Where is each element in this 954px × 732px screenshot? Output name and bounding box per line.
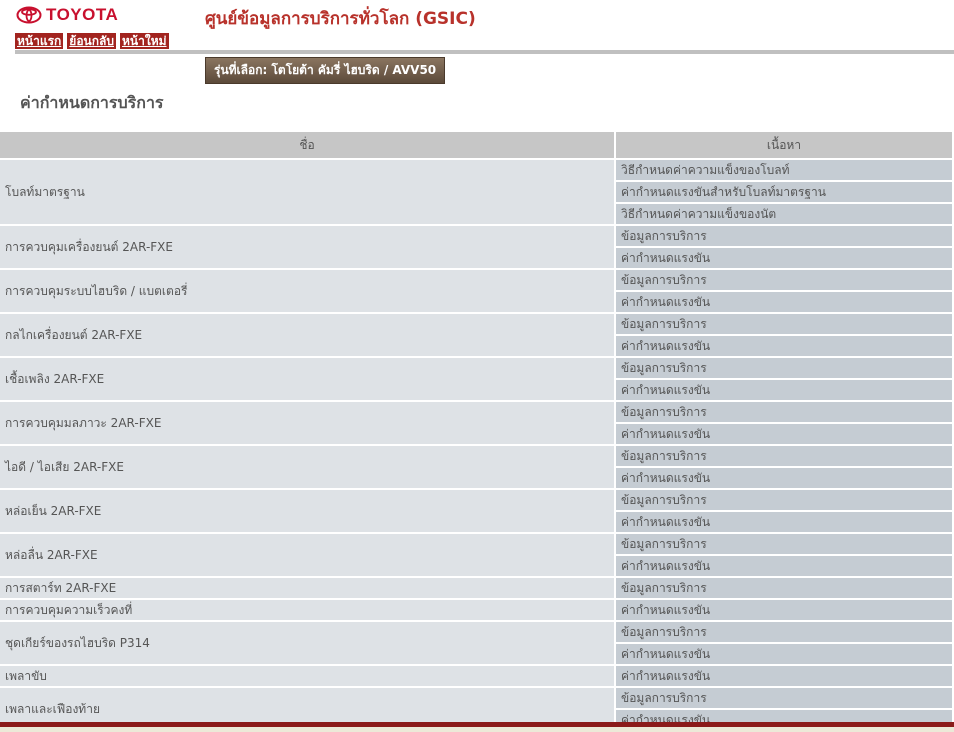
row-name-cell: เพลาและเฟืองท้าย xyxy=(0,688,614,722)
column-header-content: เนื้อหา xyxy=(616,132,952,158)
row-name-cell: โบลท์มาตรฐาน xyxy=(0,160,614,224)
content-link[interactable]: ค่ากำหนดแรงขันสำหรับโบลท์มาตรฐาน xyxy=(616,182,952,202)
row-name-cell: ชุดเกียร์ของรถไฮบริด P314 xyxy=(0,622,614,664)
content-link[interactable]: ค่ากำหนดแรงขัน xyxy=(616,292,952,312)
content-link[interactable]: ค่ากำหนดแรงขัน xyxy=(616,380,952,400)
content-link[interactable]: ข้อมูลการบริการ xyxy=(616,402,952,422)
content-link[interactable]: ข้อมูลการบริการ xyxy=(616,622,952,642)
service-spec-table-container[interactable]: ชื่อ เนื้อหา โบลท์มาตรฐาน วิธีกำหนดค่าควา… xyxy=(0,130,954,722)
toyota-logo-text: TOYOTA xyxy=(46,5,119,24)
row-name-cell: หล่อลื่น 2AR-FXE xyxy=(0,534,614,576)
table-row: เพลาขับ ค่ากำหนดแรงขัน xyxy=(0,666,952,686)
row-name-cell: เพลาขับ xyxy=(0,666,614,686)
content-link[interactable]: ค่ากำหนดแรงขัน xyxy=(616,710,952,722)
content-link[interactable]: วิธีกำหนดค่าความแข็งของโบลท์ xyxy=(616,160,952,180)
table-row: หล่อเย็น 2AR-FXE ข้อมูลการบริการ xyxy=(0,490,952,532)
content-link[interactable]: ข้อมูลการบริการ xyxy=(616,490,952,510)
content-link[interactable]: ข้อมูลการบริการ xyxy=(616,578,952,598)
content-link[interactable]: วิธีกำหนดค่าความแข็งของนัต xyxy=(616,204,952,224)
row-name-cell: กลไกเครื่องยนต์ 2AR-FXE xyxy=(0,314,614,356)
toyota-logo: TOYOTA xyxy=(16,5,118,25)
nav-links: หน้าแรก ย้อนกลับ หน้าใหม่ xyxy=(15,33,169,49)
row-name-cell: เชื้อเพลิง 2AR-FXE xyxy=(0,358,614,400)
content-link[interactable]: ค่ากำหนดแรงขัน xyxy=(616,424,952,444)
page-heading: ค่ากำหนดการบริการ xyxy=(20,93,164,112)
row-name-cell: การควบคุมระบบไฮบริด / แบตเตอรี่ xyxy=(0,270,614,312)
table-row: ชุดเกียร์ของรถไฮบริด P314 ข้อมูลการบริการ xyxy=(0,622,952,664)
table-row: การควบคุมความเร็วคงที่ ค่ากำหนดแรงขัน xyxy=(0,600,952,620)
row-name-cell: หล่อเย็น 2AR-FXE xyxy=(0,490,614,532)
table-row: การควบคุมเครื่องยนต์ 2AR-FXE ข้อมูลการบริ… xyxy=(0,226,952,268)
content-link[interactable]: ค่ากำหนดแรงขัน xyxy=(616,600,952,620)
row-name-cell: การควบคุมมลภาวะ 2AR-FXE xyxy=(0,402,614,444)
table-row: การควบคุมระบบไฮบริด / แบตเตอรี่ ข้อมูลการ… xyxy=(0,270,952,312)
column-header-name: ชื่อ xyxy=(0,132,614,158)
nav-home-link[interactable]: หน้าแรก xyxy=(15,33,64,49)
table-row: หล่อลื่น 2AR-FXE ข้อมูลการบริการ xyxy=(0,534,952,576)
table-body: โบลท์มาตรฐาน วิธีกำหนดค่าความแข็งของโบลท์… xyxy=(0,160,952,722)
site-title: ศูนย์ข้อมูลการบริการทั่วโลก (GSIC) xyxy=(205,9,476,29)
table-row: เพลาและเฟืองท้าย ข้อมูลการบริการ xyxy=(0,688,952,722)
row-name-cell: การสตาร์ท 2AR-FXE xyxy=(0,578,614,598)
footer-strip xyxy=(0,727,954,732)
content-link[interactable]: ข้อมูลการบริการ xyxy=(616,446,952,466)
table-row: การสตาร์ท 2AR-FXE ข้อมูลการบริการ xyxy=(0,578,952,598)
service-spec-table: ชื่อ เนื้อหา โบลท์มาตรฐาน วิธีกำหนดค่าควา… xyxy=(0,130,954,722)
table-row: ไอดี / ไอเสีย 2AR-FXE ข้อมูลการบริการ xyxy=(0,446,952,488)
toyota-emblem-icon xyxy=(16,6,42,24)
table-row: การควบคุมมลภาวะ 2AR-FXE ข้อมูลการบริการ xyxy=(0,402,952,444)
table-row: เชื้อเพลิง 2AR-FXE ข้อมูลการบริการ xyxy=(0,358,952,400)
content-link[interactable]: ค่ากำหนดแรงขัน xyxy=(616,248,952,268)
content-link[interactable]: ค่ากำหนดแรงขัน xyxy=(616,556,952,576)
content-link[interactable]: ค่ากำหนดแรงขัน xyxy=(616,336,952,356)
table-header-row: ชื่อ เนื้อหา xyxy=(0,132,952,158)
row-name-cell: การควบคุมความเร็วคงที่ xyxy=(0,600,614,620)
content-link[interactable]: ข้อมูลการบริการ xyxy=(616,226,952,246)
nav-new-page-link[interactable]: หน้าใหม่ xyxy=(119,33,169,49)
nav-back-link[interactable]: ย้อนกลับ xyxy=(67,33,116,49)
row-name-cell: การควบคุมเครื่องยนต์ 2AR-FXE xyxy=(0,226,614,268)
table-row: กลไกเครื่องยนต์ 2AR-FXE ข้อมูลการบริการ xyxy=(0,314,952,356)
content-link[interactable]: ข้อมูลการบริการ xyxy=(616,534,952,554)
table-row: โบลท์มาตรฐาน วิธีกำหนดค่าความแข็งของโบลท์ xyxy=(0,160,952,224)
content-link[interactable]: ข้อมูลการบริการ xyxy=(616,314,952,334)
content-link[interactable]: ค่ากำหนดแรงขัน xyxy=(616,468,952,488)
selected-model-label: รุ่นที่เลือก: โตโยต้า คัมรี่ ไฮบริด / AV… xyxy=(205,57,446,84)
header-divider xyxy=(15,50,954,54)
content-link[interactable]: ข้อมูลการบริการ xyxy=(616,358,952,378)
content-link[interactable]: ข้อมูลการบริการ xyxy=(616,270,952,290)
content-link[interactable]: ข้อมูลการบริการ xyxy=(616,688,952,708)
content-link[interactable]: ค่ากำหนดแรงขัน xyxy=(616,666,952,686)
content-link[interactable]: ค่ากำหนดแรงขัน xyxy=(616,512,952,532)
row-name-cell: ไอดี / ไอเสีย 2AR-FXE xyxy=(0,446,614,488)
content-link[interactable]: ค่ากำหนดแรงขัน xyxy=(616,644,952,664)
